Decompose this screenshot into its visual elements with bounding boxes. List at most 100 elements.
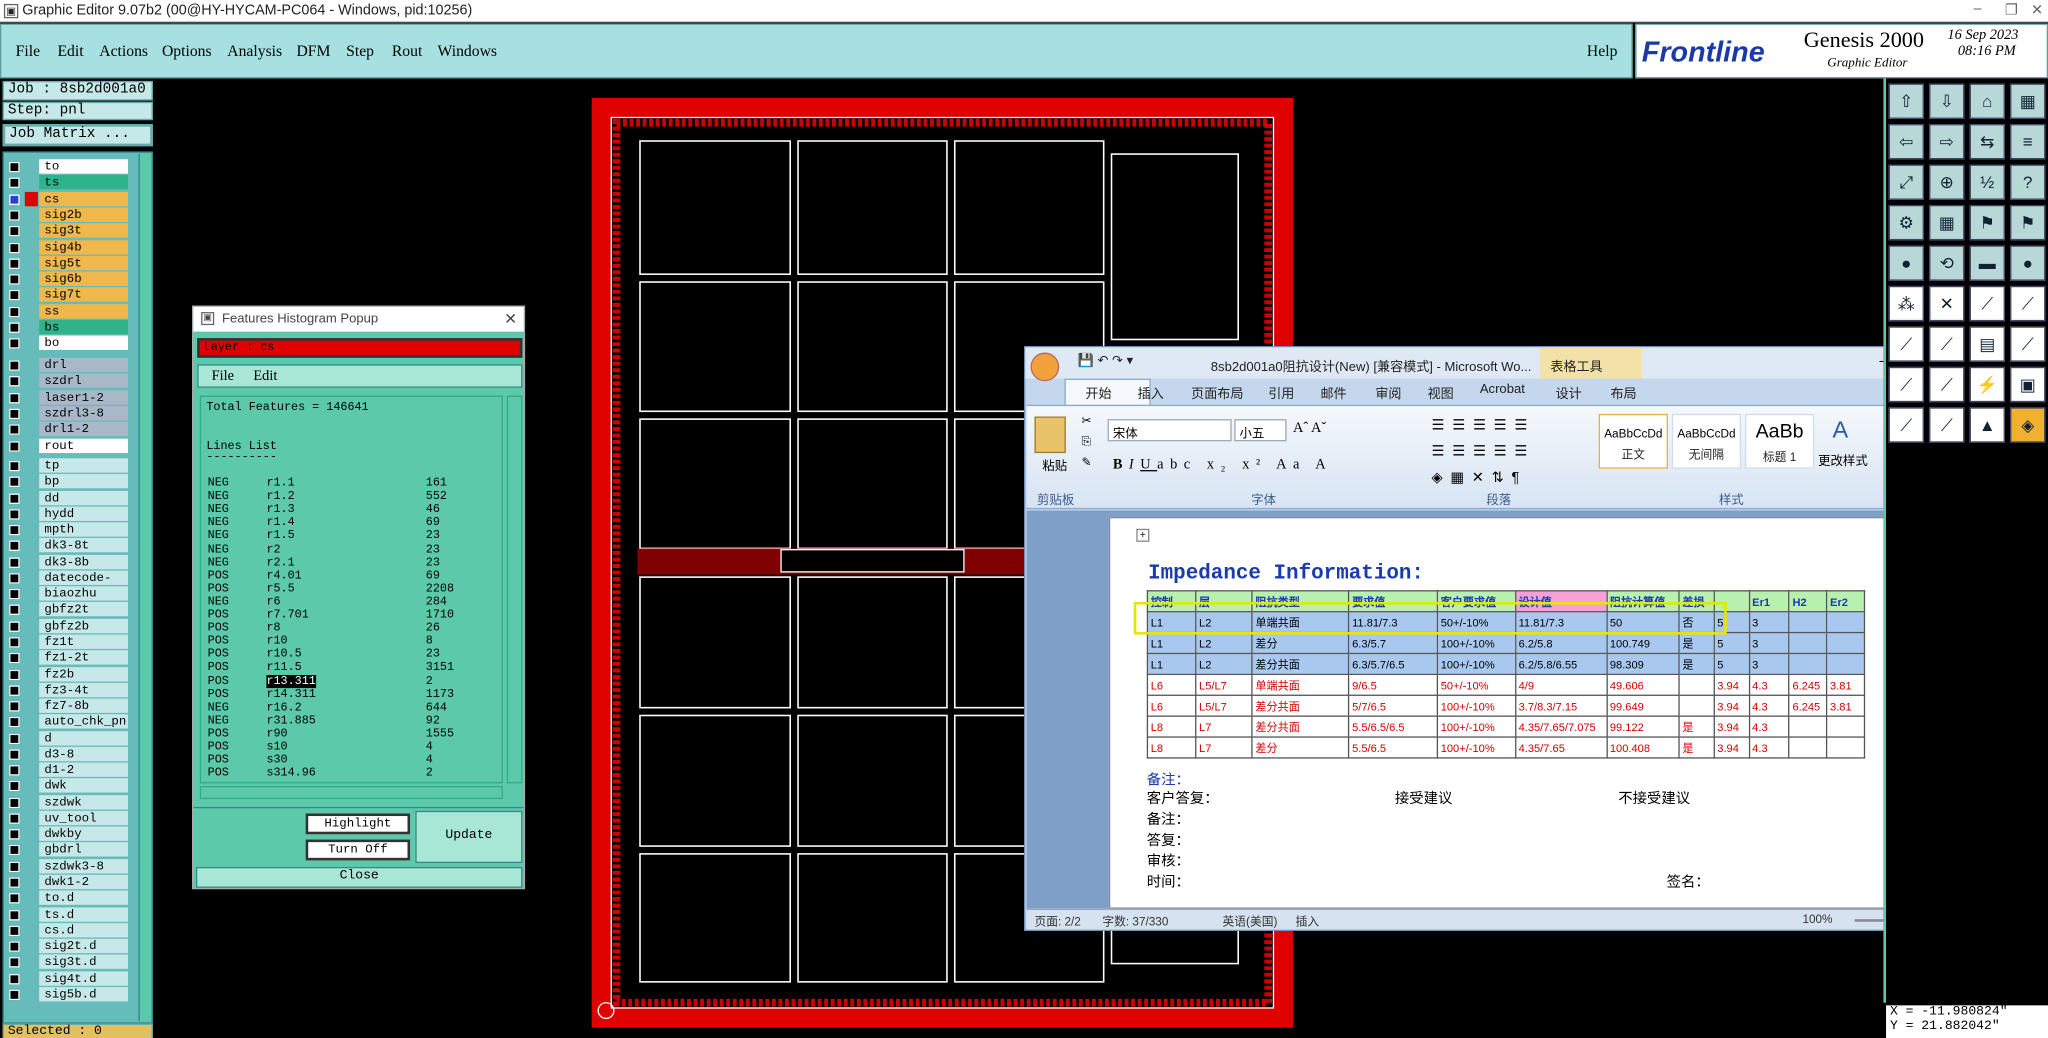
tool-button-icon[interactable]: ▲	[1969, 407, 2005, 443]
layer-checkbox[interactable]	[9, 376, 20, 387]
layer-checkbox[interactable]	[9, 749, 20, 760]
change-styles-label[interactable]: 更改样式	[1818, 450, 1868, 468]
layer-checkbox[interactable]	[9, 476, 20, 488]
layer-name[interactable]: gbfz2t	[39, 602, 128, 617]
table-row[interactable]: L8 L7 差分共面 5.5/6.5/6.5 100+/-10% 4.35/7.65/7.…	[1146, 715, 1866, 738]
tab-7[interactable]: Acrobat	[1480, 383, 1525, 397]
layer-checkbox[interactable]	[9, 177, 20, 189]
layer-row-undefined[interactable]: d	[5, 730, 151, 747]
tool-button-icon[interactable]: ⟲	[1929, 245, 1965, 281]
layer-checkbox[interactable]	[9, 226, 20, 237]
tool-button-icon[interactable]: ▣	[2010, 366, 2046, 403]
layer-name[interactable]: gbdrl	[39, 842, 128, 858]
layer-name[interactable]: dk3-8t	[39, 538, 128, 553]
layer-name[interactable]: fz3-4t	[39, 682, 128, 697]
layer-name[interactable]: laser1-2	[39, 389, 128, 405]
layer-name[interactable]: d1-2	[39, 762, 128, 778]
language[interactable]: 英语(美国)	[1223, 913, 1278, 930]
histogram-row[interactable]: POS r11.5 3151	[208, 661, 498, 674]
layer-row-undefined[interactable]: fz1t	[5, 634, 151, 651]
layer-row-undefined[interactable]: d1-2	[5, 762, 151, 779]
layer-name[interactable]: dwk1-2	[39, 874, 128, 890]
tool-button-icon[interactable]: ⚡	[1969, 366, 2005, 403]
change-styles-icon[interactable]: A	[1832, 417, 1848, 444]
layer-row-undefined[interactable]: cs.d	[5, 922, 151, 939]
layer-name[interactable]: szdrl	[39, 373, 128, 389]
layer-checkbox[interactable]	[9, 957, 20, 968]
layer-checkbox[interactable]	[9, 573, 20, 584]
layer-checkbox[interactable]	[9, 589, 20, 600]
histogram-row[interactable]: POS r90 1555	[208, 727, 498, 740]
tool-button-icon[interactable]: ⚑	[2010, 204, 2046, 241]
layer-name[interactable]: sig5b.d	[39, 986, 128, 1002]
layer-row-undefined[interactable]: gbdrl	[5, 842, 151, 859]
layer-name[interactable]: rout	[39, 438, 128, 453]
tool-button-icon[interactable]: ⚑	[1969, 204, 2005, 241]
tool-button-icon[interactable]: ●	[1888, 245, 1924, 281]
layer-name[interactable]: d	[39, 730, 128, 745]
layer-checkbox[interactable]	[9, 621, 20, 632]
histogram-vscrollbar[interactable]	[506, 395, 523, 784]
layer-row-undefined[interactable]: tp	[5, 458, 151, 474]
zoom-level[interactable]: 100%	[1802, 913, 1832, 926]
layer-name[interactable]: fz2b	[39, 666, 128, 681]
layer-row-undefined[interactable]: dwkby	[5, 826, 151, 843]
layer-checkbox[interactable]	[9, 322, 20, 333]
layer-name[interactable]: bo	[39, 335, 128, 351]
tool-button-icon[interactable]: ⌂	[1969, 83, 2005, 119]
layer-name[interactable]: ts.d	[39, 906, 128, 922]
layer-name[interactable]: to.d	[39, 890, 128, 906]
layer-row-undefined[interactable]: ts.d	[5, 906, 151, 923]
word-count[interactable]: 字数: 37/330	[1102, 913, 1168, 930]
layer-checkbox[interactable]	[9, 508, 20, 520]
layer-row-szdrl[interactable]: szdrl	[5, 373, 151, 390]
layer-checkbox[interactable]	[9, 909, 20, 920]
tool-button-icon[interactable]: ⟋	[1888, 366, 1924, 403]
layer-checkbox[interactable]	[9, 845, 20, 856]
layer-checkbox[interactable]	[9, 861, 20, 872]
paste-icon[interactable]	[1034, 416, 1066, 454]
layer-row-undefined[interactable]: dk3-8t	[5, 538, 151, 554]
layer-checkbox[interactable]	[9, 637, 20, 648]
histogram-hscrollbar[interactable]	[199, 786, 503, 800]
layer-row-sig5t[interactable]: sig5t	[5, 255, 151, 272]
layer-row-undefined[interactable]: sig5b.d	[5, 986, 151, 1003]
tool-button-icon[interactable]: ⇩	[1929, 83, 1965, 119]
layer-checkbox[interactable]	[9, 669, 20, 680]
style-0[interactable]: AaBbCcDd 正文	[1598, 413, 1668, 469]
histogram-row[interactable]: NEG r2.1 23	[208, 556, 498, 569]
histogram-row[interactable]: POS r10 8	[208, 635, 498, 648]
layer-row-undefined[interactable]: sig2t.d	[5, 938, 151, 955]
histogram-row[interactable]: NEG r2 23	[208, 543, 498, 556]
layer-row-undefined[interactable]: dk3-8b	[5, 554, 151, 570]
layer-row-undefined[interactable]: fz2b	[5, 666, 151, 683]
layer-name[interactable]: ss	[39, 303, 128, 319]
layer-name[interactable]: sig5t	[39, 255, 128, 271]
layer-row-undefined[interactable]: fz3-4t	[5, 682, 151, 699]
layer-checkbox[interactable]	[9, 781, 20, 792]
layer-name[interactable]: dwk	[39, 778, 128, 794]
layer-checkbox[interactable]	[9, 460, 20, 472]
layer-checkbox[interactable]	[9, 242, 20, 253]
tab-0[interactable]: 开始	[1085, 383, 1111, 402]
histogram-row[interactable]: POS r4.01 69	[208, 569, 498, 582]
tool-button-icon[interactable]: ½	[1969, 164, 2005, 200]
layer-row-sig7t[interactable]: sig7t	[5, 287, 151, 304]
tool-button-icon[interactable]: ✕	[1929, 285, 1965, 322]
layer-checkbox[interactable]	[9, 813, 20, 824]
layer-checkbox[interactable]	[9, 717, 20, 728]
layer-name[interactable]: fz7-8b	[39, 698, 128, 713]
tool-button-icon[interactable]: ⁂	[1888, 285, 1924, 322]
layer-name[interactable]: fz1-2t	[39, 650, 128, 665]
layer-row-sig4b[interactable]: sig4b	[5, 239, 151, 256]
layer-checkbox[interactable]	[9, 925, 20, 936]
table-row[interactable]: L6 L5/L7 单端共面 9/6.5 50+/-10% 4/9 49.606 3.94 4.3…	[1146, 673, 1866, 696]
update-button[interactable]: Update	[415, 810, 523, 864]
layer-row-bs[interactable]: bs	[5, 319, 151, 336]
layer-name[interactable]: sig2b	[39, 207, 128, 222]
layer-name[interactable]: biaozhu	[39, 586, 128, 601]
layer-checkbox[interactable]	[9, 973, 20, 984]
layer-checkbox[interactable]	[9, 941, 20, 952]
turn-off-button[interactable]: Turn Off	[305, 839, 411, 861]
insert-mode[interactable]: 插入	[1296, 913, 1320, 930]
